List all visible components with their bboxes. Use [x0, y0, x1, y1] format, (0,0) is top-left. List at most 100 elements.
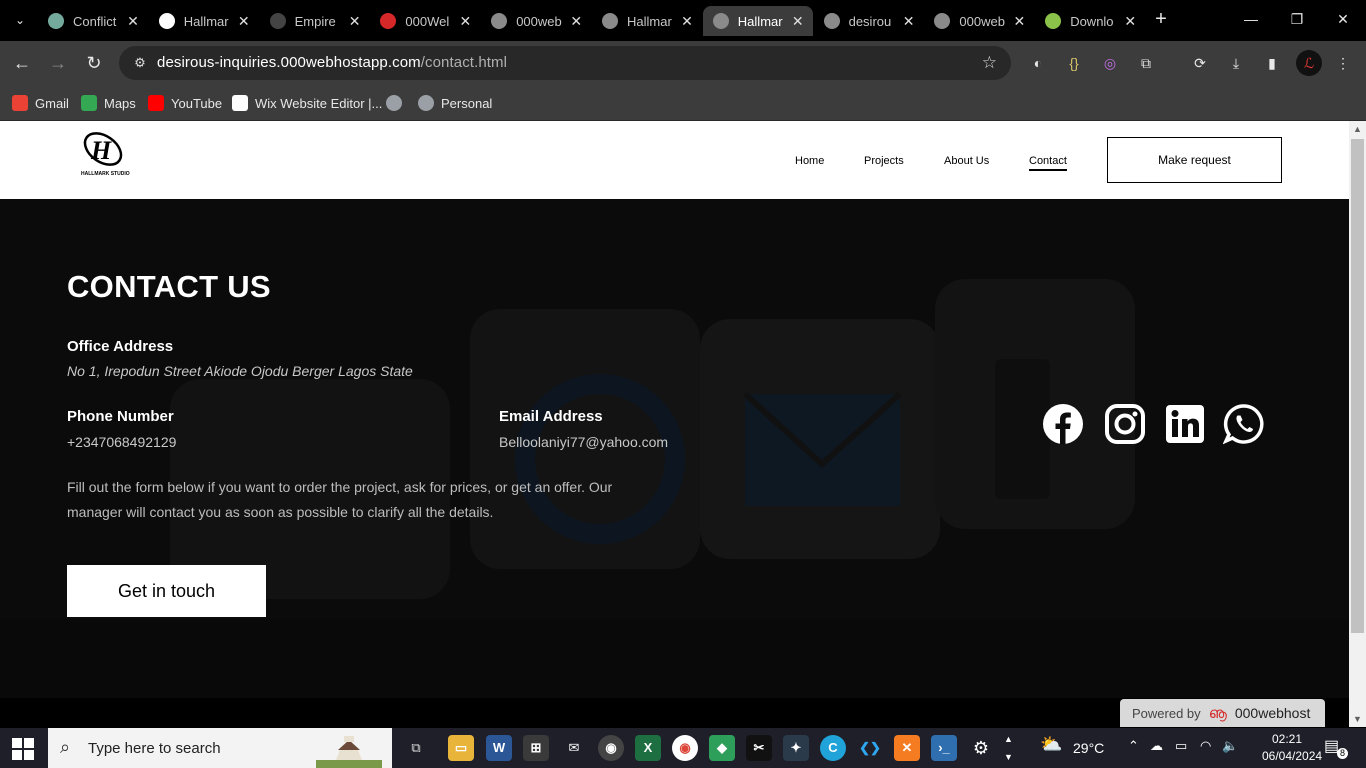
json-extension-icon[interactable]: {}	[1063, 52, 1085, 74]
bookmark-item[interactable]: Maps	[81, 93, 136, 113]
browser-tab[interactable]: 000web ✕	[924, 6, 1034, 36]
minimize-icon[interactable]: —	[1240, 8, 1262, 30]
bookmark-item[interactable]	[386, 93, 409, 113]
tab-close-icon[interactable]: ✕	[678, 13, 696, 30]
bookmark-label: Maps	[104, 95, 136, 111]
email-address-value: Belloolaniyi77@yahoo.com	[499, 434, 669, 450]
tab-search-chevron-icon[interactable]: ⌄	[8, 10, 32, 30]
notification-count-badge: 8	[1337, 748, 1348, 759]
file-explorer-icon[interactable]: ▭	[448, 735, 474, 761]
taskbar-clock[interactable]: 02:21 06/04/2024	[1262, 731, 1322, 765]
tab-close-icon[interactable]: ✕	[124, 13, 142, 30]
microsoft-store-icon[interactable]: ⊞	[523, 735, 549, 761]
get-in-touch-button[interactable]: Get in touch	[67, 565, 266, 617]
scroll-up-icon[interactable]: ▲	[1349, 121, 1366, 137]
tab-close-icon[interactable]: ✕	[789, 13, 807, 30]
page-viewport: H HALLMARK STUDIO Home Projects About Us…	[0, 121, 1349, 727]
taskbar-scroll-icon[interactable]: ▲ ▼	[1004, 730, 1013, 766]
hallmark-logo[interactable]: H HALLMARK STUDIO	[79, 127, 131, 177]
battery-icon[interactable]: ▭	[1175, 738, 1187, 754]
settings-gear-icon[interactable]: ⚙	[968, 735, 994, 761]
bookmark-star-icon[interactable]: ☆	[982, 53, 997, 73]
browser-tab[interactable]: Downlo ✕	[1035, 6, 1145, 36]
excel-icon[interactable]: X	[635, 735, 661, 761]
page-scrollbar[interactable]: ▲ ▼	[1349, 121, 1366, 727]
tab-close-icon[interactable]: ✕	[900, 13, 918, 30]
site-info-icon[interactable]: ⚙	[131, 54, 149, 72]
weather-icon[interactable]: ⛅	[1040, 734, 1062, 755]
close-window-icon[interactable]: ✕	[1332, 8, 1354, 30]
tab-close-icon[interactable]: ✕	[1121, 13, 1139, 30]
url-text[interactable]: desirous-inquiries.000webhostapp.com/con…	[157, 54, 507, 71]
forward-icon[interactable]: →	[47, 52, 69, 74]
xampp-icon[interactable]: ✕	[894, 735, 920, 761]
tab-close-icon[interactable]: ✕	[1010, 13, 1028, 30]
tab-close-icon[interactable]: ✕	[456, 13, 474, 30]
url-host: desirous-inquiries.000webhostapp.com	[157, 54, 421, 71]
weather-temp[interactable]: 29°C	[1073, 740, 1104, 756]
mail-icon[interactable]: ✉	[561, 735, 587, 761]
word-icon[interactable]: W	[486, 735, 512, 761]
tray-chevron-icon[interactable]: ⌃	[1128, 738, 1139, 754]
new-tab-button[interactable]: +	[1150, 8, 1172, 30]
davinci-icon[interactable]: ✦	[783, 735, 809, 761]
scroll-down-icon[interactable]: ▼	[1349, 711, 1366, 727]
powered-by-badge[interactable]: Powered by ൡ 000webhost	[1120, 699, 1325, 727]
app-green-icon[interactable]: ◆	[709, 735, 735, 761]
bookmark-item[interactable]: Wix Website Editor |...	[232, 93, 382, 113]
clock-time: 02:21	[1271, 732, 1303, 746]
instagram-icon[interactable]	[1104, 403, 1146, 445]
tab-favicon-icon	[491, 13, 508, 29]
performance-icon[interactable]: ⟳	[1189, 52, 1211, 74]
tab-close-icon[interactable]: ✕	[235, 13, 253, 30]
svg-text:H: H	[90, 136, 112, 165]
bookmark-item[interactable]: Gmail	[12, 93, 69, 113]
menu-dots-icon[interactable]: ⋮	[1332, 52, 1354, 74]
address-bar[interactable]: ⚙ desirous-inquiries.000webhostapp.com/c…	[119, 46, 1011, 80]
download-icon[interactable]: ⤓	[1225, 52, 1247, 74]
facebook-icon[interactable]	[1042, 403, 1084, 445]
linkedin-icon[interactable]	[1164, 403, 1206, 445]
volume-icon[interactable]: 🔈	[1222, 738, 1238, 754]
restore-icon[interactable]: ❐	[1286, 8, 1308, 30]
browser-tab[interactable]: Empire ✕	[260, 6, 370, 36]
broadcast-extension-icon[interactable]: ◎	[1099, 52, 1121, 74]
chrome-alt-icon[interactable]: ◉	[672, 735, 698, 761]
browser-tab[interactable]: desirou ✕	[814, 6, 924, 36]
extensions-puzzle-icon[interactable]: ⧉	[1135, 52, 1157, 74]
vscode-icon[interactable]: ❮❯	[857, 735, 883, 761]
bookmark-item[interactable]: Personal	[418, 93, 492, 113]
capcut-icon[interactable]: ✂	[746, 735, 772, 761]
nav-home[interactable]: Home	[795, 155, 824, 167]
browser-tab[interactable]: Hallmar ✕	[702, 6, 813, 36]
office-address-label: Office Address	[67, 338, 174, 355]
canva-icon[interactable]: C	[820, 735, 846, 761]
nav-contact[interactable]: Contact	[1029, 155, 1067, 171]
extension-icon[interactable]: ◐	[1027, 52, 1049, 74]
browser-tab[interactable]: 000Wel ✕	[370, 6, 480, 36]
bookmark-item[interactable]: YouTube	[148, 93, 222, 113]
windows-taskbar: ⌕ Type here to search ⧉ ▭ W ⊞ ✉ ◉ X ◉ ◆ …	[0, 728, 1366, 768]
tab-close-icon[interactable]: ✕	[567, 13, 585, 30]
browser-tab[interactable]: Conflict ✕	[38, 6, 148, 36]
reload-icon[interactable]: ↻	[83, 52, 105, 74]
nav-about-us[interactable]: About Us	[944, 155, 989, 167]
windows-start-icon[interactable]	[12, 738, 34, 760]
nav-projects[interactable]: Projects	[864, 155, 904, 167]
side-panel-icon[interactable]: ▮	[1261, 52, 1283, 74]
browser-tab[interactable]: Hallmar ✕	[149, 6, 259, 36]
whatsapp-icon[interactable]	[1223, 403, 1265, 445]
wifi-icon[interactable]: ◠	[1200, 738, 1211, 754]
tab-close-icon[interactable]: ✕	[346, 13, 364, 30]
browser-tab[interactable]: 000web ✕	[481, 6, 591, 36]
taskbar-search[interactable]: ⌕ Type here to search	[48, 728, 392, 768]
profile-avatar[interactable]: ℒ	[1296, 50, 1322, 76]
back-icon[interactable]: ←	[11, 52, 33, 74]
make-request-button[interactable]: Make request	[1107, 137, 1282, 183]
browser-tab[interactable]: Hallmar ✕	[592, 6, 702, 36]
scrollbar-thumb[interactable]	[1351, 139, 1364, 633]
onedrive-icon[interactable]: ☁	[1150, 738, 1163, 754]
powershell-icon[interactable]: ›_	[931, 735, 957, 761]
task-view-icon[interactable]: ⧉	[403, 735, 429, 761]
chrome-icon[interactable]: ◉	[598, 735, 624, 761]
